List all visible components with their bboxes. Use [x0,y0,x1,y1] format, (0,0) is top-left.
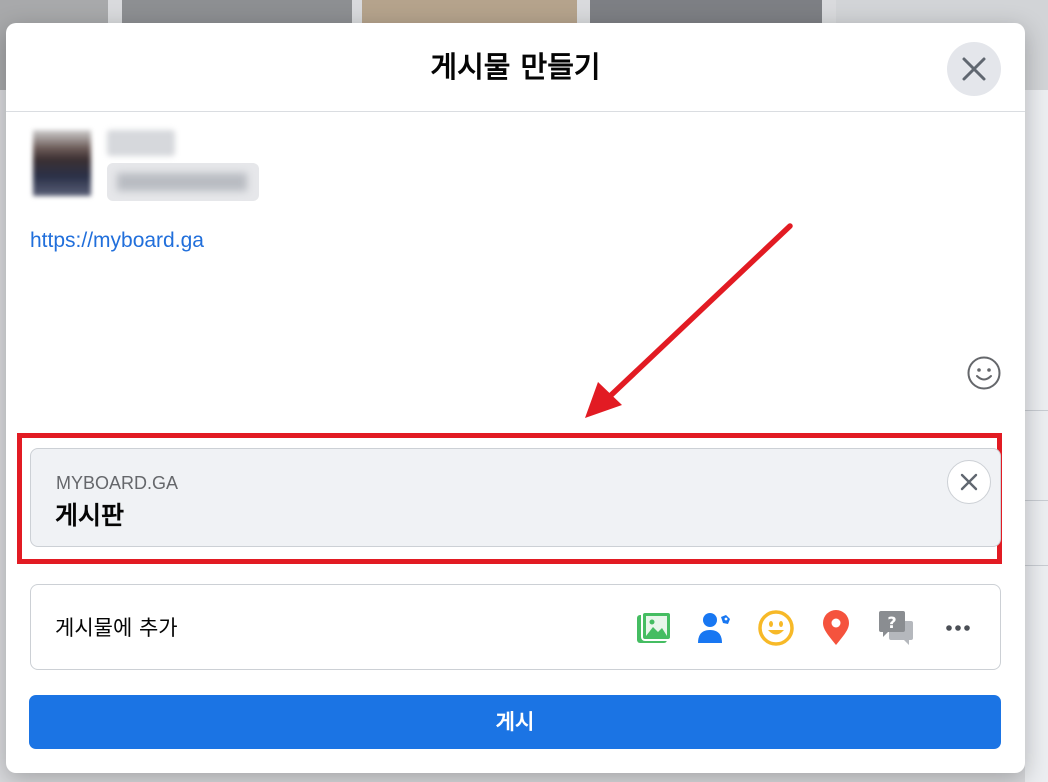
close-icon [962,57,986,81]
svg-text:?: ? [887,613,896,632]
remove-preview-button[interactable] [947,460,991,504]
link-domain: MYBOARD.GA [56,473,179,493]
dialog-title: 게시물 만들기 [430,50,601,84]
more-icon[interactable] [939,609,977,647]
privacy-selector[interactable] [107,163,259,201]
emoji-icon[interactable] [966,355,1002,391]
add-to-post-label: 게시물에 추가 [55,616,178,640]
close-button[interactable] [947,42,1001,96]
link-title: 게시판 [55,501,125,530]
photo-video-icon[interactable] [635,609,673,647]
link-preview-card[interactable]: MYBOARD.GA 게시판 [30,448,1001,547]
tag-people-icon[interactable] [695,609,733,647]
post-text-input[interactable]: https://myboard.ga [30,229,204,253]
header-divider [6,111,1025,112]
check-in-icon[interactable] [817,609,855,647]
avatar[interactable] [33,130,91,196]
create-post-dialog: 게시물 만들기 https://myboard.ga MYBOARD.GA 게시… [6,23,1025,773]
qa-icon[interactable]: ? [877,609,915,647]
post-button[interactable]: 게시 [29,695,1001,749]
close-icon [960,473,978,491]
background-sidebar [1025,90,1048,782]
add-to-post-bar: 게시물에 추가 ? [30,584,1001,670]
user-name-redacted [107,130,175,156]
feeling-icon[interactable] [757,609,795,647]
